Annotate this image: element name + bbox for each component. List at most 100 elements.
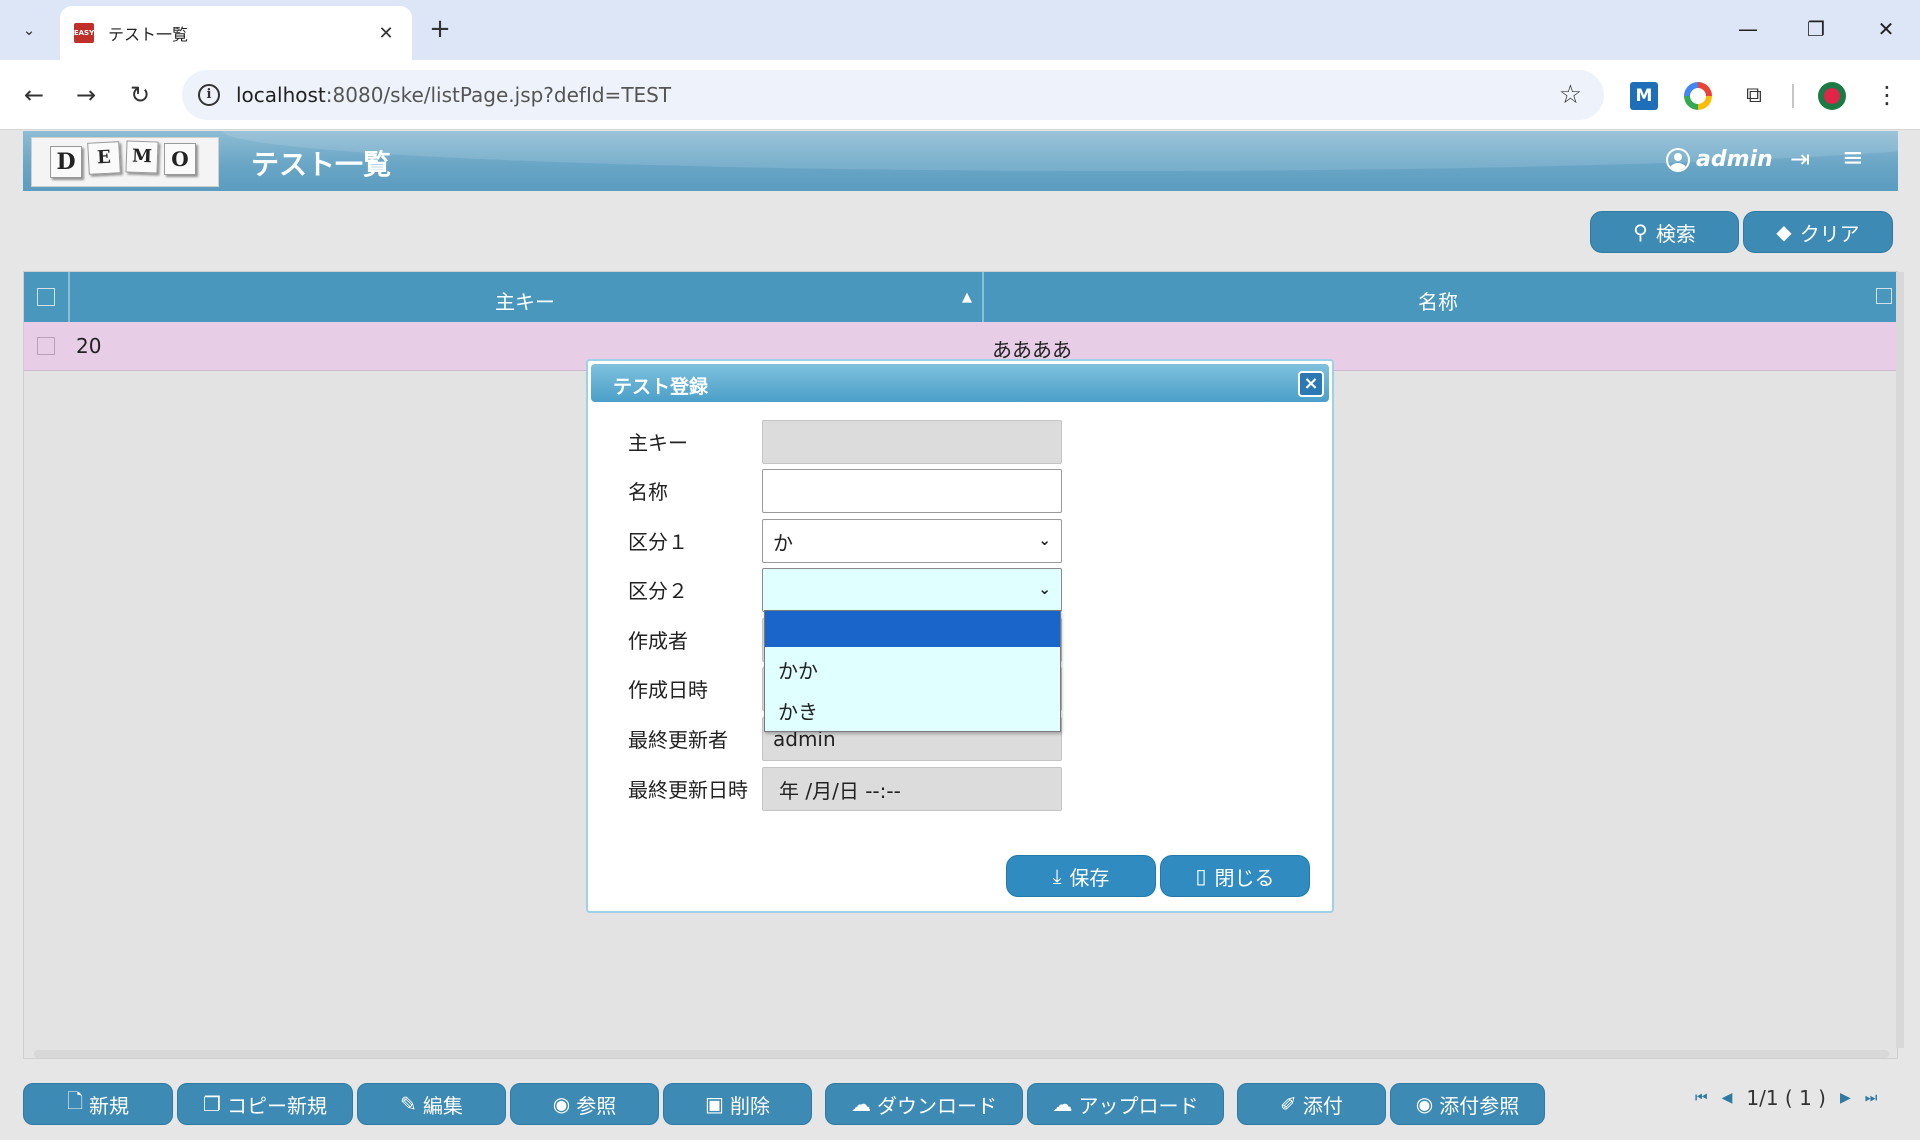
edit-button[interactable]: ✎ 編集 bbox=[357, 1083, 506, 1125]
field-label: 最終更新日時 bbox=[628, 778, 748, 802]
view-button-label: 参照 bbox=[576, 1093, 617, 1118]
select-all-checkbox[interactable] bbox=[37, 288, 55, 306]
user-icon bbox=[1666, 147, 1690, 172]
tab-close-icon[interactable]: ✕ bbox=[374, 23, 398, 44]
copy-icon: ❐ bbox=[203, 1092, 221, 1116]
attach-button-label: 添付 bbox=[1302, 1093, 1343, 1118]
save-button[interactable]: ⤓ 保存 bbox=[1006, 855, 1156, 897]
attach-view-button[interactable]: ◉ 添付参照 bbox=[1390, 1083, 1545, 1125]
favicon-icon: EASY bbox=[74, 23, 94, 43]
cloud-upload-icon: ☁ bbox=[1052, 1092, 1073, 1116]
upload-button-label: アップロード bbox=[1078, 1093, 1199, 1118]
view-button[interactable]: ◉ 参照 bbox=[510, 1083, 659, 1125]
door-icon: ▯ bbox=[1195, 864, 1207, 888]
eye-icon: ◉ bbox=[1415, 1092, 1434, 1116]
first-page-icon[interactable]: ⏮ bbox=[1695, 1090, 1708, 1106]
new-tab-icon[interactable]: + bbox=[424, 14, 456, 46]
page-title: テスト一覧 bbox=[251, 148, 392, 181]
dropdown-option-empty[interactable] bbox=[765, 611, 1060, 647]
restore-icon[interactable]: ❐ bbox=[1796, 12, 1836, 46]
profile-avatar-icon[interactable] bbox=[1818, 82, 1846, 110]
url-host: localhost bbox=[236, 83, 326, 107]
new-button-label: 新規 bbox=[89, 1093, 130, 1118]
address-bar[interactable]: i localhost:8080/ske/listPage.jsp?defId=… bbox=[182, 70, 1604, 120]
delete-button[interactable]: ▣ 削除 bbox=[663, 1083, 812, 1125]
vertical-scrollbar[interactable] bbox=[1896, 272, 1904, 1048]
grid-header: 主キー ▲ 名称 bbox=[24, 272, 1899, 322]
column-header-key[interactable]: 主キー bbox=[495, 286, 555, 315]
extensions-puzzle-icon[interactable]: ⧉ bbox=[1740, 82, 1768, 110]
clear-button-label: クリア bbox=[1799, 221, 1860, 246]
category2-select[interactable]: ⌄ bbox=[762, 568, 1062, 612]
search-button[interactable]: ⚲ 検索 bbox=[1590, 211, 1739, 253]
field-label: 区分１ bbox=[628, 530, 688, 554]
row-checkbox[interactable] bbox=[37, 337, 55, 355]
logo-letter: D bbox=[50, 146, 82, 178]
logout-icon[interactable]: ⇥ bbox=[1790, 145, 1810, 173]
sort-ascending-icon[interactable]: ▲ bbox=[962, 290, 972, 305]
edit-button-label: 編集 bbox=[422, 1093, 463, 1118]
new-button[interactable]: 🗋 新規 bbox=[23, 1083, 173, 1125]
attach-button[interactable]: ✐ 添付 bbox=[1237, 1083, 1386, 1125]
upload-button[interactable]: ☁ アップロード bbox=[1027, 1083, 1224, 1125]
field-label: 名称 bbox=[628, 480, 668, 504]
close-button-label: 閉じる bbox=[1214, 865, 1275, 890]
download-button-label: ダウンロード bbox=[877, 1093, 997, 1118]
column-header-name[interactable]: 名称 bbox=[1418, 286, 1458, 315]
eye-icon: ◉ bbox=[552, 1092, 571, 1116]
dialog-close-icon[interactable]: × bbox=[1298, 371, 1324, 397]
back-icon[interactable]: ← bbox=[16, 78, 52, 114]
site-info-icon[interactable]: i bbox=[198, 84, 220, 106]
new-file-icon: 🗋 bbox=[66, 1089, 84, 1113]
dialog-titlebar[interactable]: テスト登録 × bbox=[591, 364, 1329, 402]
extension-m-icon[interactable]: M bbox=[1630, 82, 1658, 110]
pencil-icon: ✎ bbox=[400, 1092, 417, 1116]
column-divider bbox=[982, 272, 984, 322]
attach-view-button-label: 添付参照 bbox=[1439, 1093, 1520, 1118]
app-header: D E M O テスト一覧 admin ⇥ ≡ bbox=[23, 131, 1898, 191]
tab-title: テスト一覧 bbox=[108, 25, 189, 44]
url-path: :8080/ske/listPage.jsp?defId=TEST bbox=[325, 83, 672, 107]
category2-dropdown-list: かか かき bbox=[764, 610, 1061, 732]
name-input[interactable] bbox=[762, 469, 1062, 513]
pager: ⏮ ◀ 1/1 ( 1 ) ▶ ⏭ bbox=[1695, 1083, 1877, 1113]
demo-logo: D E M O bbox=[31, 137, 219, 187]
cloud-download-icon: ☁ bbox=[851, 1092, 871, 1116]
delete-file-icon: ▣ bbox=[705, 1092, 724, 1116]
save-icon: ⤓ bbox=[1052, 864, 1062, 888]
category1-select[interactable]: か ⌄ bbox=[762, 519, 1062, 563]
field-label: 最終更新者 bbox=[628, 728, 728, 752]
next-page-icon[interactable]: ▶ bbox=[1840, 1090, 1851, 1106]
browser-tab[interactable]: EASY テスト一覧 ✕ bbox=[60, 6, 412, 60]
column-divider bbox=[68, 272, 70, 322]
browser-menu-icon[interactable]: ⋮ bbox=[1872, 78, 1902, 114]
user-menu[interactable]: admin bbox=[1666, 147, 1773, 172]
close-button[interactable]: ▯ 閉じる bbox=[1160, 855, 1310, 897]
reload-icon[interactable]: ↻ bbox=[122, 78, 158, 114]
forward-icon[interactable]: → bbox=[68, 78, 104, 114]
dropdown-option[interactable]: かか bbox=[765, 653, 1060, 689]
dropdown-option[interactable]: かき bbox=[765, 694, 1060, 730]
last-page-icon[interactable]: ⏭ bbox=[1865, 1090, 1878, 1106]
window-close-icon[interactable]: ✕ bbox=[1866, 12, 1906, 46]
last-updated-at-input: 年 /月/日 --:-- bbox=[762, 767, 1062, 811]
hamburger-menu-icon[interactable]: ≡ bbox=[1842, 143, 1864, 173]
save-button-label: 保存 bbox=[1069, 865, 1110, 890]
category1-value: か bbox=[773, 530, 793, 555]
delete-button-label: 削除 bbox=[729, 1093, 770, 1118]
clear-button[interactable]: ◆ クリア bbox=[1743, 211, 1893, 253]
tab-search-icon[interactable]: ⌄ bbox=[10, 12, 48, 48]
url-text[interactable]: localhost:8080/ske/listPage.jsp?defId=TE… bbox=[236, 83, 671, 107]
eraser-icon: ◆ bbox=[1776, 220, 1792, 244]
horizontal-scrollbar[interactable] bbox=[34, 1050, 1889, 1058]
browser-tabstrip: ⌄ EASY テスト一覧 ✕ + — ❐ ✕ bbox=[0, 0, 1920, 60]
bookmark-star-icon[interactable]: ☆ bbox=[1559, 80, 1582, 110]
copy-new-button[interactable]: ❐ コピー新規 bbox=[177, 1083, 353, 1125]
logo-letter: O bbox=[164, 143, 196, 175]
column-chooser-checkbox[interactable] bbox=[1876, 288, 1892, 304]
extension-google-icon[interactable] bbox=[1684, 82, 1712, 110]
download-button[interactable]: ☁ ダウンロード bbox=[825, 1083, 1023, 1125]
prev-page-icon[interactable]: ◀ bbox=[1722, 1090, 1733, 1106]
search-button-label: 検索 bbox=[1655, 221, 1696, 246]
minimize-icon[interactable]: — bbox=[1728, 12, 1768, 46]
